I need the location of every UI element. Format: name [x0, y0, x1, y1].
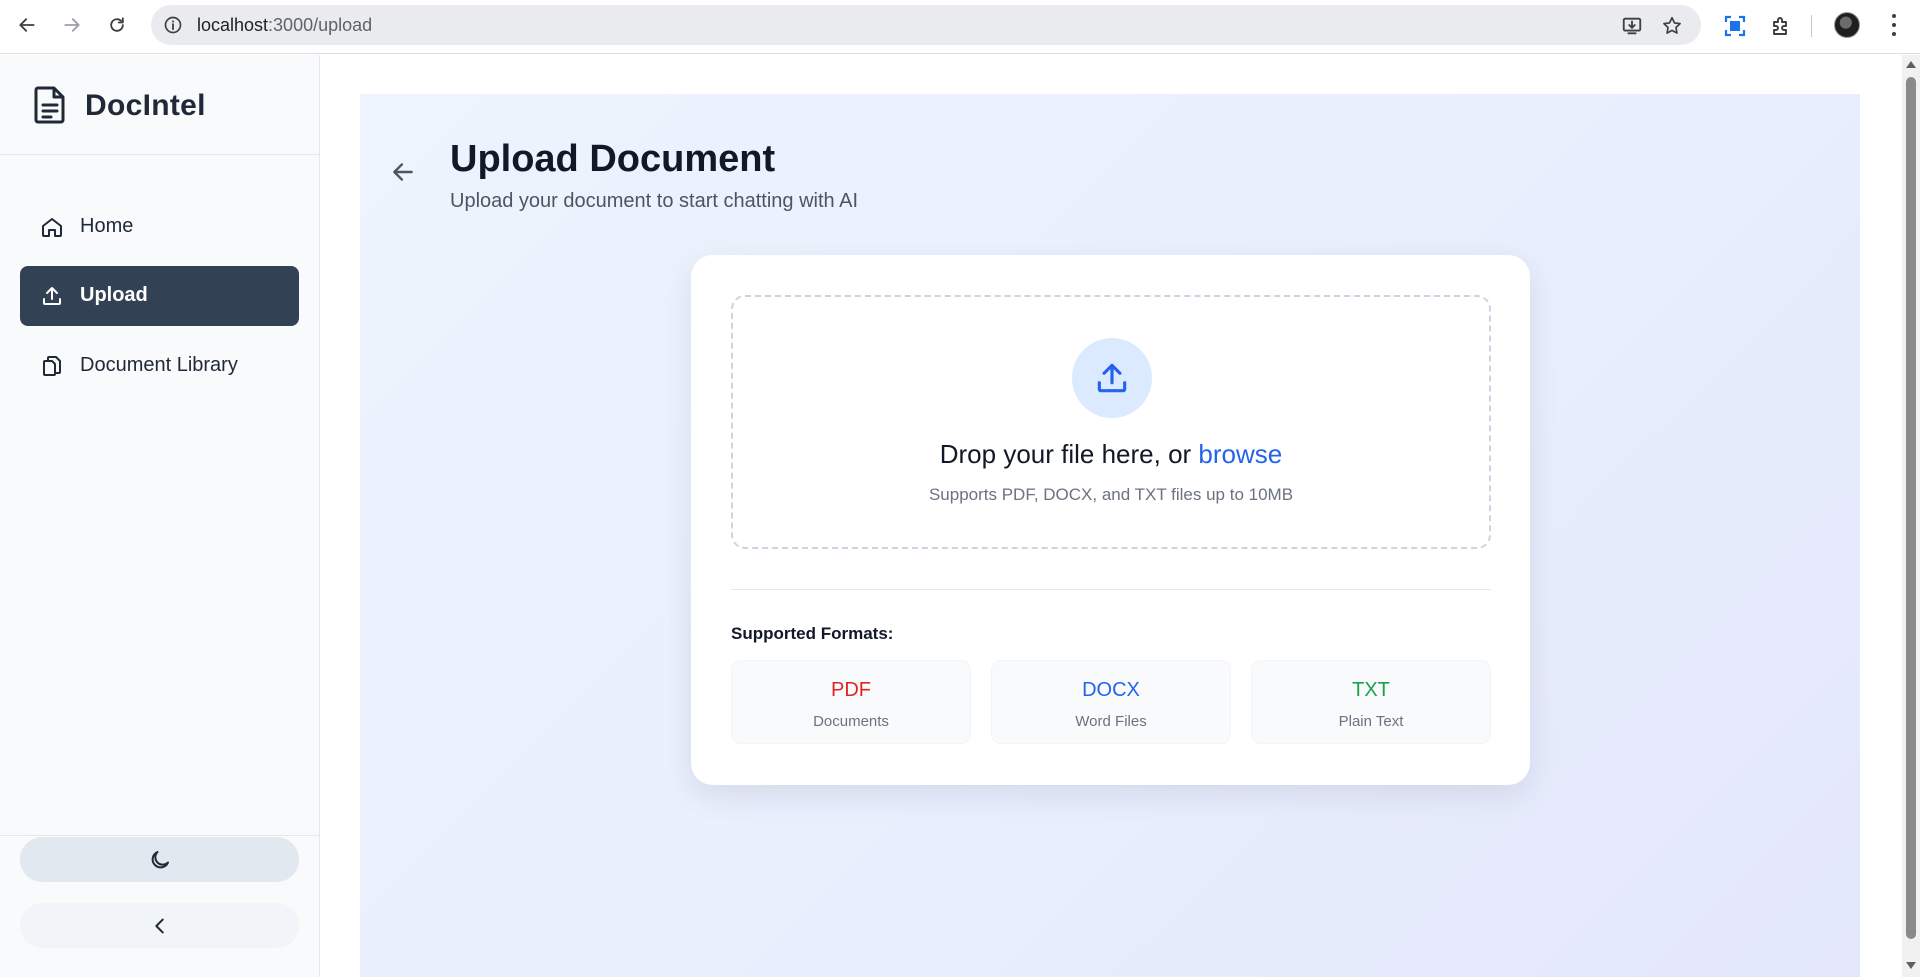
moon-icon	[151, 850, 169, 868]
forward-button[interactable]	[55, 8, 89, 42]
sidebar: DocIntel Home Upload Document Library	[0, 55, 320, 977]
format-name: PDF	[831, 679, 871, 701]
format-name: TXT	[1352, 679, 1390, 701]
back-arrow-icon[interactable]	[390, 159, 416, 185]
browse-link[interactable]: browse	[1198, 439, 1282, 469]
upload-icon	[43, 287, 61, 305]
chevron-left-icon	[154, 918, 164, 933]
page-scrollbar[interactable]	[1902, 55, 1920, 977]
brand[interactable]: DocIntel	[0, 55, 319, 155]
reload-button[interactable]	[100, 8, 134, 42]
arrow-left-icon	[19, 18, 35, 32]
extensions-icon[interactable]	[1768, 13, 1794, 39]
scroll-up-arrow[interactable]	[1906, 61, 1916, 68]
card-divider	[731, 589, 1491, 590]
document-logo-icon	[34, 86, 65, 124]
sidebar-item-upload[interactable]: Upload	[20, 266, 299, 326]
sidebar-item-label: Document Library	[80, 354, 238, 376]
scroll-thumb[interactable]	[1906, 77, 1916, 939]
reload-icon	[110, 17, 124, 32]
toolbar-divider	[1811, 15, 1812, 37]
home-icon	[42, 218, 62, 237]
browser-toolbar: localhost:3000/upload	[0, 0, 1920, 54]
dropzone-hint: Supports PDF, DOCX, and TXT files up to …	[928, 485, 1294, 504]
collapse-sidebar-button[interactable]	[20, 903, 299, 948]
dropzone-text: Drop your file here, or browse	[733, 439, 1489, 470]
url-text[interactable]: localhost:3000/upload	[197, 15, 372, 36]
install-app-icon[interactable]	[1621, 15, 1643, 37]
format-name: DOCX	[1082, 679, 1140, 701]
main-content: Upload Document Upload your document to …	[360, 94, 1860, 977]
documents-icon	[43, 356, 61, 376]
upload-icon	[1097, 363, 1127, 393]
info-icon[interactable]	[163, 15, 183, 35]
format-card-txt: TXT Plain Text	[1251, 660, 1491, 744]
sidebar-item-home[interactable]: Home	[20, 197, 299, 257]
address-bar[interactable]: localhost:3000/upload	[151, 5, 1701, 45]
upload-card: Drop your file here, or browse Supports …	[691, 255, 1530, 785]
sidebar-divider	[0, 835, 319, 836]
url-path: :3000/upload	[268, 15, 373, 35]
back-button[interactable]	[10, 8, 44, 42]
dropzone-prompt: Drop your file here, or	[939, 439, 1199, 469]
bookmark-star-icon[interactable]	[1661, 15, 1683, 37]
theme-toggle-button[interactable]	[20, 837, 299, 882]
page-subtitle: Upload your document to start chatting w…	[450, 190, 858, 212]
upload-icon-badge	[1072, 338, 1152, 418]
brand-name: DocIntel	[85, 89, 206, 122]
format-description: Documents	[813, 713, 889, 730]
sidebar-item-document-library[interactable]: Document Library	[20, 336, 299, 396]
profile-avatar[interactable]	[1834, 12, 1860, 38]
browser-menu-icon[interactable]	[1884, 12, 1904, 38]
file-dropzone[interactable]: Drop your file here, or browse Supports …	[731, 295, 1491, 549]
url-host: localhost	[197, 15, 269, 35]
scroll-down-arrow[interactable]	[1906, 962, 1916, 969]
sidebar-item-label: Home	[80, 215, 134, 237]
screenshot-extension-icon[interactable]	[1722, 13, 1748, 39]
arrow-right-icon	[64, 18, 80, 32]
format-description: Plain Text	[1338, 713, 1404, 730]
supported-formats-label: Supported Formats:	[731, 624, 894, 643]
page-title: Upload Document	[450, 138, 776, 180]
format-description: Word Files	[1075, 713, 1147, 730]
format-card-pdf: PDF Documents	[731, 660, 971, 744]
sidebar-item-label: Upload	[80, 284, 148, 306]
format-card-docx: DOCX Word Files	[991, 660, 1231, 744]
